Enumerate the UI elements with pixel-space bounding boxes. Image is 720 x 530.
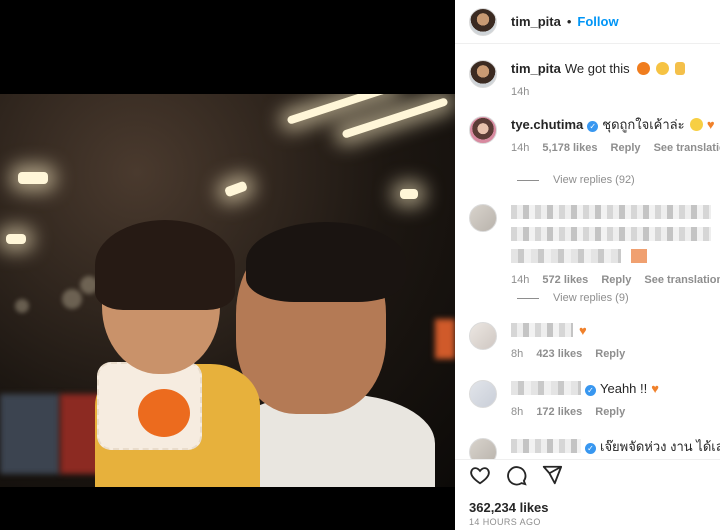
laughing-emoji-icon (690, 118, 704, 131)
pixelated-text (511, 205, 711, 219)
verified-badge-icon: ✓ (585, 385, 596, 396)
comment-bubble-icon[interactable] (505, 464, 527, 486)
comment-time: 8h (511, 348, 524, 360)
caption: tim_pita We got this 14h (469, 60, 720, 98)
verified-badge-icon: ✓ (587, 121, 599, 132)
victory-hand-emoji-icon (674, 62, 685, 75)
see-translation-button[interactable]: See translation (654, 142, 720, 154)
commenter-avatar[interactable] (469, 204, 497, 232)
pixelated-emoji (631, 249, 647, 263)
view-replies-label: View replies (92) (553, 174, 635, 186)
commenter-avatar[interactable] (469, 380, 497, 408)
caption-avatar[interactable] (469, 60, 497, 88)
orange-heart-emoji-icon: ♥ (651, 381, 659, 396)
comment-item: tye.chutima ✓ ชุดถูกใจเค้าล่ะ ♥ 14h 5,178 … (469, 116, 720, 154)
comment-text: ชุดถูกใจเค้าล่ะ (602, 117, 685, 132)
ceiling-light (400, 189, 418, 199)
author-avatar[interactable] (469, 7, 497, 36)
pixelated-username (511, 381, 581, 395)
view-replies-button[interactable]: View replies (9) (517, 292, 629, 304)
comment-item: ♥ 8h 423 likes Reply (469, 322, 720, 360)
reply-button[interactable]: Reply (595, 406, 625, 418)
comment-time: 14h (511, 142, 530, 154)
replies-divider (517, 179, 539, 181)
like-count[interactable]: 362,234 likes (469, 500, 549, 515)
caption-username[interactable]: tim_pita (511, 61, 561, 76)
caption-text: We got this (564, 61, 630, 76)
post-photo[interactable] (0, 94, 455, 487)
reply-button[interactable]: Reply (601, 274, 631, 286)
caption-time: 14h (511, 86, 530, 98)
orange-print (138, 389, 190, 437)
comment-item: ✓ Yeahh !! ♥ 8h 172 likes Reply (469, 380, 720, 418)
bokeh (15, 299, 29, 313)
commenter-avatar[interactable] (469, 322, 497, 350)
follow-button[interactable]: Follow (577, 14, 618, 29)
comment-username[interactable]: tye.chutima (511, 117, 583, 132)
view-replies-label: View replies (9) (553, 292, 629, 304)
commenter-avatar[interactable] (469, 116, 497, 144)
comment-item: 14h 572 likes Reply See translation (469, 204, 720, 286)
heart-outline-icon[interactable] (469, 464, 491, 486)
comment-text: Yeahh !! (600, 381, 648, 396)
man-hair (246, 222, 406, 302)
verified-badge-icon: ✓ (585, 443, 596, 454)
pixelated-username (511, 323, 573, 337)
post-header: tim_pita • Follow (455, 0, 720, 44)
comment-likes[interactable]: 172 likes (536, 406, 582, 418)
pixelated-text (511, 249, 621, 263)
reply-button[interactable]: Reply (611, 142, 641, 154)
orange-heart-emoji-icon: ♥ (579, 323, 587, 338)
post-timestamp[interactable]: 14 HOURS AGO (469, 517, 541, 527)
author-username[interactable]: tim_pita (511, 14, 561, 29)
ceiling-light (341, 97, 449, 139)
comment-likes[interactable]: 572 likes (542, 274, 588, 286)
girl-hair (95, 220, 235, 310)
commenter-avatar[interactable] (469, 438, 497, 459)
paper-plane-icon[interactable] (541, 464, 563, 486)
ceiling-light (18, 172, 48, 184)
background-person (0, 394, 60, 474)
replies-divider (517, 297, 539, 299)
post-actions (455, 459, 720, 489)
see-translation-button[interactable]: See translation (644, 274, 720, 286)
background-light (435, 319, 455, 359)
comment-likes[interactable]: 423 likes (536, 348, 582, 360)
bokeh (62, 289, 82, 309)
pixelated-username (511, 439, 581, 453)
reply-button[interactable]: Reply (595, 348, 625, 360)
pixelated-text (511, 227, 711, 241)
view-replies-button[interactable]: View replies (92) (517, 174, 635, 186)
comment-time: 8h (511, 406, 524, 418)
ceiling-light (6, 234, 26, 244)
comment-text: เจ๊ยพจัดห่วง งาน ได้เลยค่ะ (600, 439, 720, 454)
orange-emoji-icon (637, 62, 651, 75)
comments-list[interactable]: tim_pita We got this 14h tye.chutima ✓ ชุดถ… (455, 44, 720, 459)
orange-heart-emoji-icon: ♥ (706, 117, 715, 132)
comment-item: ✓ เจ๊ยพจัดห่วง งาน ได้เลยค่ะ (469, 438, 720, 459)
flexed-biceps-emoji-icon (655, 62, 669, 75)
comment-time: 14h (511, 274, 530, 286)
comment-likes[interactable]: 5,178 likes (542, 142, 597, 154)
post-media-pane (0, 0, 455, 530)
header-separator: • (566, 14, 572, 29)
ceiling-light (223, 180, 249, 198)
post-sidebar: tim_pita • Follow tim_pita We got this 14… (455, 0, 720, 530)
